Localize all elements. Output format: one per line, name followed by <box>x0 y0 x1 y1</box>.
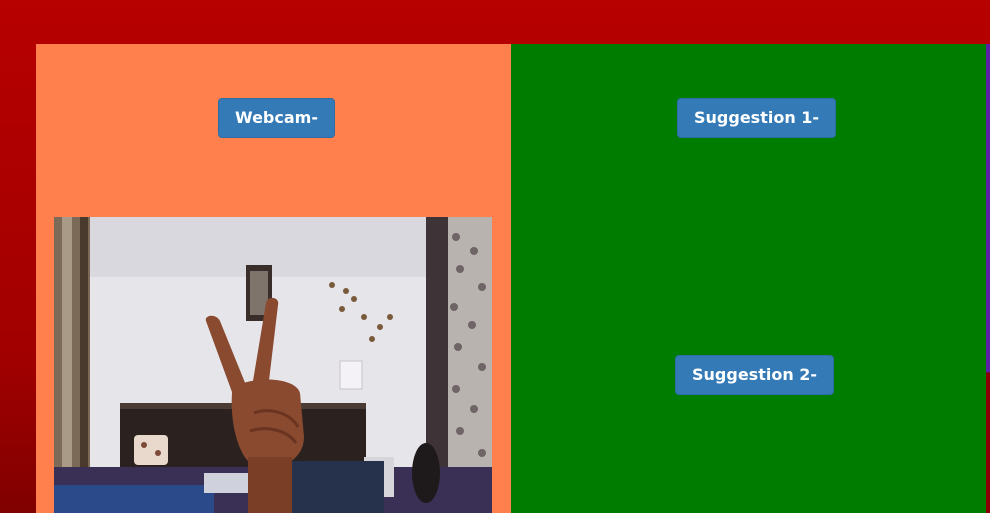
suggestion-1-button[interactable]: Suggestion 1- <box>677 98 837 138</box>
right-edge-strip <box>986 44 990 513</box>
webcam-feed <box>54 217 492 513</box>
webcam-panel: Webcam- <box>36 44 511 513</box>
suggestions-panel: Suggestion 1- Suggestion 2- <box>511 44 986 513</box>
suggestion-2-button[interactable]: Suggestion 2- <box>675 355 835 395</box>
webcam-button[interactable]: Webcam- <box>218 98 335 138</box>
